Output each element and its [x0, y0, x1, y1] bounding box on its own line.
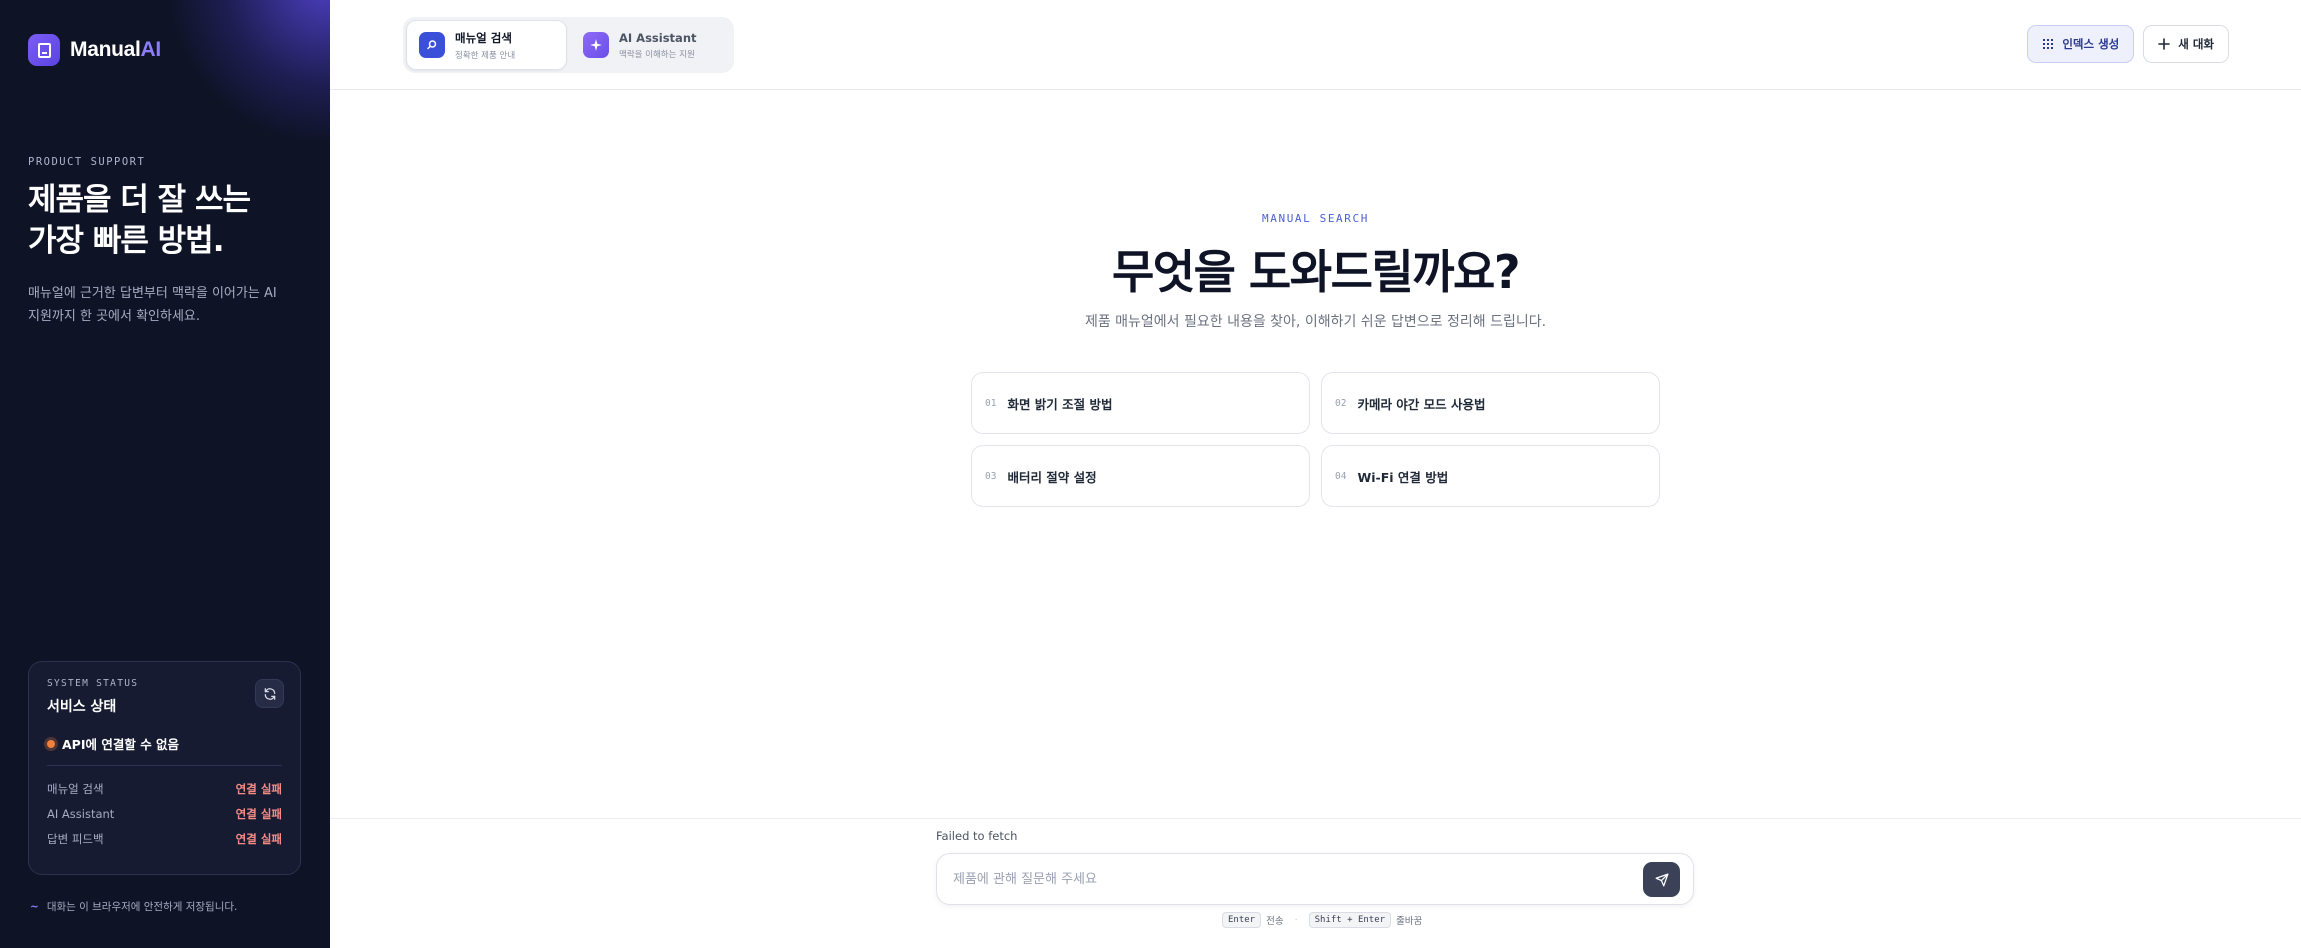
tab-manual-search[interactable]: 매뉴얼 검색 정확한 제품 안내 [406, 20, 567, 70]
sidebar: ManualAI PRODUCT SUPPORT 제품을 더 잘 쓰는 가장 빠… [0, 0, 330, 948]
sidebar-glow [170, 0, 330, 140]
tab-label: AI Assistant [619, 30, 697, 45]
sidebar-footnote-text: 대화는 이 브라우저에 안전하게 저장됩니다. [46, 901, 238, 913]
status-eyebrow: SYSTEM STATUS [47, 678, 139, 689]
send-icon [1655, 873, 1668, 886]
service-row: 답변 피드백 연결 실패 [47, 826, 282, 851]
sidebar-title-line1: 제품을 더 잘 쓰는 [28, 182, 251, 218]
suggestion-label: Wi-Fi 연결 방법 [1357, 469, 1449, 485]
suggestion-label: 배터리 절약 설정 [1007, 469, 1097, 485]
brand-name-main: Manual [70, 38, 141, 61]
hint-newline-label: 줄바꿈 [1396, 916, 1423, 927]
send-button[interactable] [1643, 862, 1680, 897]
sidebar-footnote: ~ 대화는 이 브라우저에 안전하게 저장됩니다. [30, 899, 237, 914]
sidebar-eyebrow: PRODUCT SUPPORT [28, 156, 146, 168]
sidebar-description: 매뉴얼에 근거한 답변부터 맥락을 이어가는 AI 지원까지 한 곳에서 확인하… [28, 286, 277, 325]
sidebar-title-line2: 가장 빠른 방법. [28, 223, 224, 260]
grid-icon [2043, 39, 2054, 49]
suggestion-number: 02 [1335, 397, 1347, 409]
service-name: 매뉴얼 검색 [47, 781, 104, 796]
create-index-label: 인덱스 생성 [2062, 37, 2120, 51]
main-eyebrow: MANUAL SEARCH [1262, 212, 1369, 225]
service-row: 매뉴얼 검색 연결 실패 [47, 776, 282, 801]
suggestion-card[interactable]: 04 Wi-Fi 연결 방법 [1321, 445, 1660, 507]
create-index-button[interactable]: 인덱스 생성 [2027, 25, 2135, 63]
tab-sublabel: 정확한 제품 안내 [455, 50, 516, 61]
brand[interactable]: ManualAI [28, 34, 161, 66]
tab-ai-assistant[interactable]: AI Assistant 맥락을 이해하는 지원 [571, 20, 731, 70]
top-actions: 인덱스 생성 새 대화 [2027, 25, 2229, 63]
plus-icon [2158, 38, 2171, 50]
topbar: 매뉴얼 검색 정확한 제품 안내 AI Assistant 맥락을 이해하는 지… [330, 0, 2301, 90]
sparkle-icon [583, 32, 609, 58]
new-chat-button[interactable]: 새 대화 [2143, 25, 2229, 63]
hint-send-key: Enter [1222, 912, 1262, 928]
composer [936, 853, 1694, 905]
refresh-button[interactable] [255, 679, 284, 708]
suggestion-number: 01 [985, 397, 997, 409]
tab-label: 매뉴얼 검색 [455, 30, 512, 45]
hint-separator: · [1294, 914, 1298, 926]
keyboard-hints: Enter 전송 · Shift + Enter 줄바꿈 [1222, 912, 1422, 928]
search-icon [419, 32, 445, 58]
service-name: 답변 피드백 [47, 831, 104, 846]
suggestion-card[interactable]: 01 화면 밝기 조절 방법 [971, 372, 1310, 434]
service-row: AI Assistant 연결 실패 [47, 801, 282, 826]
status-title: 서비스 상태 [47, 699, 117, 715]
question-input[interactable] [953, 854, 1613, 904]
service-state: 연결 실패 [235, 806, 282, 821]
status-message: API에 연결할 수 없음 [47, 734, 282, 753]
tab-sublabel: 맥락을 이해하는 지원 [619, 49, 695, 60]
status-card: SYSTEM STATUS 서비스 상태 API에 연결할 수 없음 매뉴얼 검… [28, 661, 301, 875]
suggestion-card[interactable]: 02 카메라 야간 모드 사용법 [1321, 372, 1660, 434]
hint-send-label: 전송 [1266, 916, 1284, 927]
sidebar-title: 제품을 더 잘 쓰는 가장 빠른 방법. [28, 180, 318, 262]
suggestion-label: 화면 밝기 조절 방법 [1007, 396, 1113, 412]
status-dot-icon [47, 739, 55, 748]
brand-name-accent: AI [140, 38, 162, 61]
main-subtitle: 제품 매뉴얼에서 필요한 내용을 찾아, 이해하기 쉬운 답변으로 정리해 드립… [1084, 314, 1547, 330]
suggestion-number: 03 [985, 470, 997, 482]
status-divider [47, 765, 282, 766]
error-message: Failed to fetch [936, 829, 1018, 843]
new-chat-label: 새 대화 [2178, 37, 2214, 51]
composer-divider [330, 818, 2301, 819]
service-name: AI Assistant [47, 806, 115, 821]
book-icon [28, 34, 60, 66]
shield-check-icon: ~ [30, 900, 39, 913]
service-state: 연결 실패 [235, 831, 282, 846]
suggestion-card[interactable]: 03 배터리 절약 설정 [971, 445, 1310, 507]
mode-switch: 매뉴얼 검색 정확한 제품 안내 AI Assistant 맥락을 이해하는 지… [403, 17, 734, 73]
suggestion-label: 카메라 야간 모드 사용법 [1357, 396, 1486, 412]
brand-name: ManualAI [70, 38, 161, 62]
main-title: 무엇을 도와드릴까요? [1111, 245, 1521, 299]
service-state: 연결 실패 [235, 781, 282, 796]
status-message-text: API에 연결할 수 없음 [62, 737, 180, 752]
suggestion-number: 04 [1335, 470, 1347, 482]
hint-newline-key: Shift + Enter [1308, 912, 1392, 928]
refresh-icon [264, 687, 275, 700]
